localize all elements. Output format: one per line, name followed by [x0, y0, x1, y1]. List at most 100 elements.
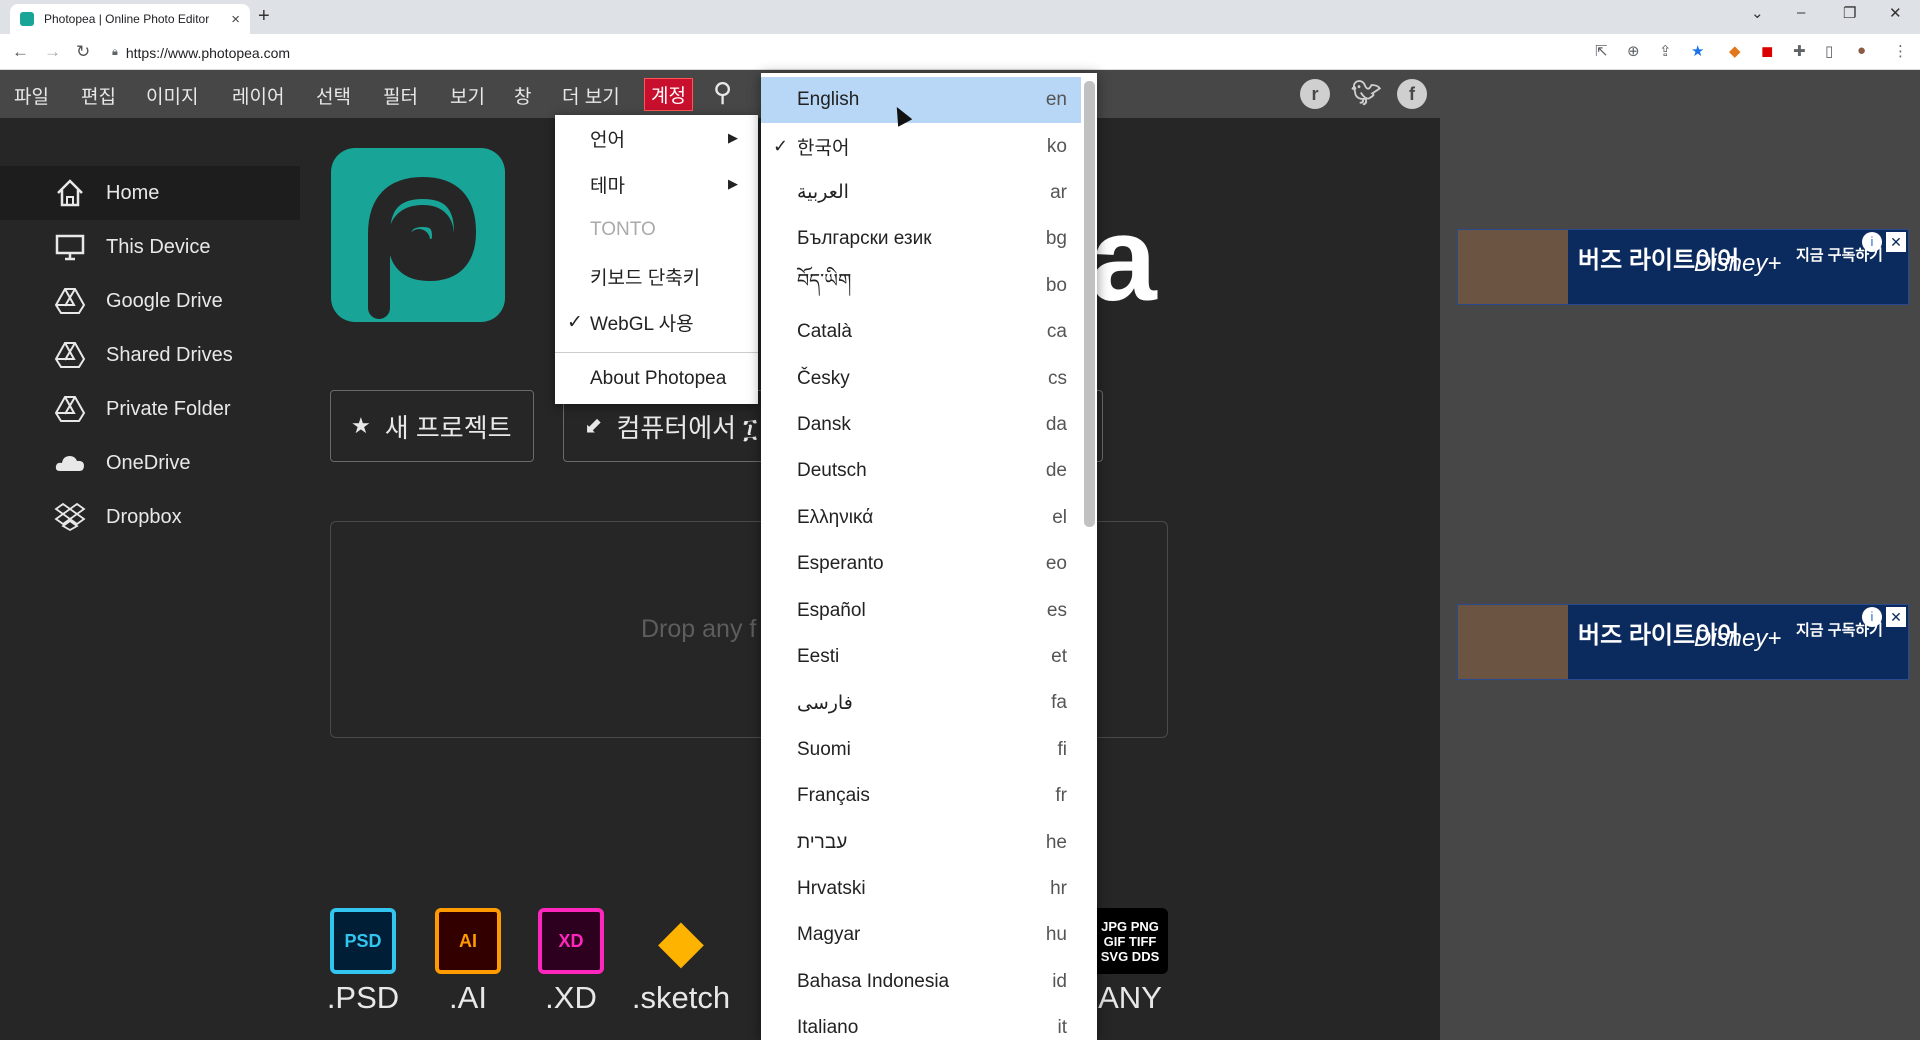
ad-close-icon[interactable]: ✕ — [1886, 232, 1906, 252]
menu-select[interactable]: 선택 — [316, 82, 351, 109]
sidebar-item-label: Home — [106, 181, 160, 204]
shared-drives-icon — [54, 339, 86, 371]
language-option-es[interactable]: Español es — [761, 587, 1081, 633]
language-option-it[interactable]: Italiano it — [761, 1005, 1081, 1040]
menu-file[interactable]: 파일 — [14, 82, 49, 109]
address-bar[interactable]: 🔒︎ https://www.photopea.com — [112, 39, 1582, 66]
ad-close-icon[interactable]: ✕ — [1886, 607, 1906, 627]
browser-tab-strip: Photopea | Online Photo Editor × + ⌄ – ❐… — [0, 0, 1920, 34]
language-option-eo[interactable]: Esperanto eo — [761, 541, 1081, 587]
google-drive-icon — [54, 285, 86, 317]
menu-edit[interactable]: 편집 — [81, 82, 116, 109]
forward-icon[interactable]: → — [44, 42, 61, 62]
menu-item-theme[interactable]: 테마 ▶ — [555, 161, 758, 207]
format-xd: XD .XD — [516, 908, 626, 1016]
ai-icon: AI — [435, 908, 501, 974]
new-tab-button[interactable]: + — [258, 5, 270, 28]
new-project-label: 새 프로젝트 — [384, 412, 512, 443]
language-option-da[interactable]: Dansk da — [761, 402, 1081, 448]
language-option-id[interactable]: Bahasa Indonesia id — [761, 959, 1081, 1005]
star-icon: ★ — [351, 413, 371, 438]
advertisement-banner[interactable]: 버즈 라이트이어 Disney+ 지금 구독하기 i ✕ — [1457, 229, 1909, 305]
back-icon[interactable]: ← — [12, 42, 29, 62]
language-name: Italiano — [797, 1017, 859, 1039]
close-window-button[interactable]: ✕ — [1889, 4, 1902, 22]
menu-item-language[interactable]: 언어 ▶ — [555, 115, 758, 161]
language-code: fr — [1055, 785, 1067, 807]
language-option-ar[interactable]: العربية ar — [761, 170, 1081, 216]
minimize-button[interactable]: – — [1797, 4, 1805, 21]
tab-close-button[interactable]: × — [231, 11, 240, 28]
profile-avatar[interactable]: ● — [1857, 42, 1866, 59]
sidebar-item-private-folder[interactable]: Private Folder — [0, 382, 300, 436]
menu-image[interactable]: 이미지 — [146, 82, 198, 109]
share-icon[interactable]: ⇪ — [1659, 42, 1672, 60]
format-ext: .sketch — [631, 980, 731, 1015]
language-option-en[interactable]: English en — [761, 77, 1081, 124]
bookmark-star-icon[interactable]: ★ — [1691, 42, 1704, 60]
metamask-extension-icon[interactable]: ◆ — [1729, 42, 1741, 60]
extension-shield-icon[interactable]: ◼ — [1761, 42, 1773, 60]
search-icon[interactable]: ⚲ — [713, 77, 732, 108]
language-option-ca[interactable]: Català ca — [761, 309, 1081, 355]
sidebar-item-label: Dropbox — [106, 505, 182, 528]
language-name: Eesti — [797, 645, 840, 667]
language-option-fr[interactable]: Français fr — [761, 773, 1081, 819]
side-panel-icon[interactable]: ▯ — [1825, 42, 1833, 60]
tab-title: Photopea | Online Photo Editor — [44, 12, 210, 26]
language-option-fa[interactable]: فارسی fa — [761, 680, 1081, 726]
sidebar-item-google-drive[interactable]: Google Drive — [0, 274, 300, 328]
language-code: el — [1052, 506, 1067, 528]
tab-search-icon[interactable]: ⌄ — [1751, 4, 1764, 22]
new-project-button[interactable]: ★ 새 프로젝트 — [330, 390, 534, 462]
menu-window[interactable]: 창 — [514, 82, 531, 109]
menu-item-about[interactable]: About Photopea — [555, 356, 758, 402]
zoom-icon[interactable]: ⊕ — [1627, 42, 1640, 60]
facebook-icon[interactable]: f — [1397, 79, 1427, 109]
menu-item-keyboard-shortcuts[interactable]: 키보드 단축키 — [555, 253, 758, 299]
advertisement-banner[interactable]: 버즈 라이트이어 Disney+ 지금 구독하기 i ✕ — [1457, 604, 1909, 680]
language-option-hu[interactable]: Magyar hu — [761, 912, 1081, 958]
menu-filter[interactable]: 필터 — [383, 82, 418, 109]
open-in-icon[interactable]: ⇱ — [1595, 42, 1608, 60]
twitter-icon[interactable]: 🐦︎ — [1351, 79, 1381, 109]
menu-view[interactable]: 보기 — [450, 82, 485, 109]
menu-account[interactable]: 계정 — [644, 78, 693, 111]
language-option-he[interactable]: עברית he — [761, 819, 1081, 865]
language-option-bg[interactable]: Български език bg — [761, 216, 1081, 262]
ad-info-icon[interactable]: i — [1862, 607, 1882, 627]
sidebar-item-home[interactable]: Home — [0, 166, 300, 220]
scrollbar-track[interactable] — [1081, 73, 1097, 1040]
browser-menu-icon[interactable]: ⋮ — [1893, 42, 1908, 60]
browser-tab[interactable]: Photopea | Online Photo Editor × — [10, 4, 250, 34]
reddit-icon[interactable]: r — [1300, 79, 1330, 109]
menu-item-webgl[interactable]: ✓ WebGL 사용 — [555, 299, 758, 345]
sidebar-item-onedrive[interactable]: OneDrive — [0, 436, 300, 490]
language-option-hr[interactable]: Hrvatski hr — [761, 866, 1081, 912]
menu-item-label: About Photopea — [590, 368, 727, 389]
language-name: Bahasa Indonesia — [797, 970, 950, 992]
menu-more[interactable]: 더 보기 — [562, 82, 620, 109]
menu-layer[interactable]: 레이어 — [232, 82, 284, 109]
maximize-button[interactable]: ❐ — [1843, 4, 1856, 22]
language-option-de[interactable]: Deutsch de — [761, 448, 1081, 494]
language-name: Español — [797, 599, 866, 621]
language-option-fi[interactable]: Suomi fi — [761, 727, 1081, 773]
language-option-et[interactable]: Eesti et — [761, 634, 1081, 680]
ad-info-icon[interactable]: i — [1862, 232, 1882, 252]
language-option-cs[interactable]: Česky cs — [761, 355, 1081, 401]
browser-toolbar: ← → ↻ 🔒︎ https://www.photopea.com ⇱ ⊕ ⇪ … — [0, 34, 1920, 70]
sidebar-item-dropbox[interactable]: Dropbox — [0, 490, 300, 544]
extensions-puzzle-icon[interactable]: ✚ — [1793, 42, 1806, 60]
ad-character-image — [1458, 605, 1568, 679]
sidebar-item-this-device[interactable]: This Device — [0, 220, 300, 274]
scrollbar-thumb[interactable] — [1084, 81, 1095, 527]
language-code: de — [1045, 460, 1067, 482]
language-option-bo[interactable]: བོད་ཡིག bo — [761, 263, 1081, 309]
sidebar-item-shared-drives[interactable]: Shared Drives — [0, 328, 300, 382]
reload-icon[interactable]: ↻ — [76, 42, 90, 62]
language-option-el[interactable]: Ελληνικά el — [761, 495, 1081, 541]
format-ext: .AI — [449, 980, 487, 1015]
language-option-ko[interactable]: ✓ 한국어 ko — [761, 123, 1081, 169]
open-arrow-icon: ⬋ — [584, 413, 603, 438]
